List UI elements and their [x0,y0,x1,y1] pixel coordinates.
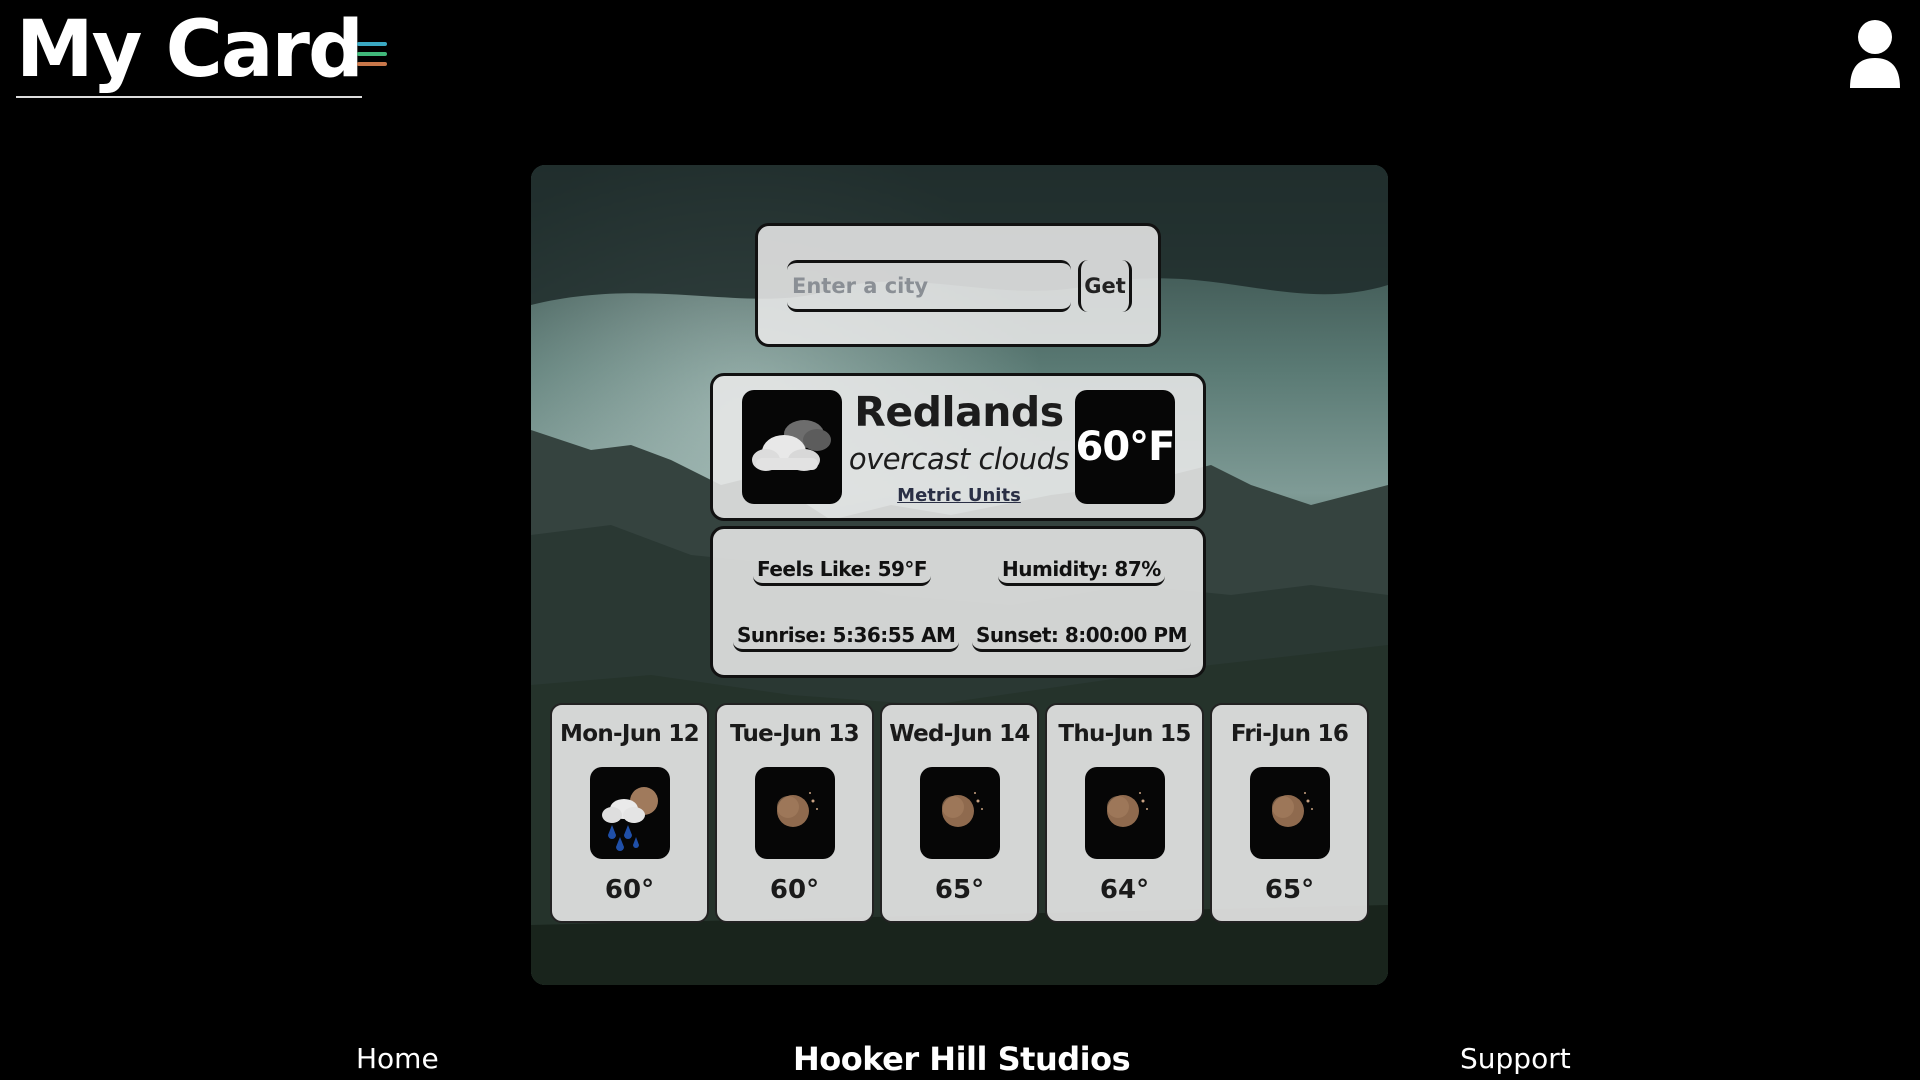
menu-bar-top [357,42,387,46]
sunset-value: Sunset: 8:00:00 PM [972,623,1191,652]
feels-like-value: Feels Like: 59°F [753,557,932,586]
header: My Card [0,0,1920,110]
forecast-date: Tue-Jun 13 [729,721,860,747]
footer-studio-name: Hooker Hill Studios [793,1040,1131,1078]
city-search-input[interactable] [787,260,1071,312]
user-account-icon[interactable] [1848,18,1902,90]
forecast-date: Wed-Jun 14 [889,721,1030,747]
footer-home-link[interactable]: Home [356,1042,439,1075]
forecast-date: Thu-Jun 15 [1058,721,1191,747]
forecast-day-card: Fri-Jun 16 65° [1210,703,1369,923]
forecast-temperature: 60° [604,875,655,905]
forecast-day-card: Mon-Jun 12 60° [550,703,709,923]
moon-icon [920,767,1000,859]
hamburger-menu-icon[interactable] [357,42,389,74]
overcast-cloud-icon [742,390,842,504]
get-weather-button[interactable]: Get [1078,260,1132,312]
current-weather-panel: Redlands overcast clouds Metric Units 60… [710,373,1206,521]
weather-details-panel: Feels Like: 59°F Humidity: 87% Sunrise: … [710,526,1206,678]
sunrise-value: Sunrise: 5:36:55 AM [733,623,960,652]
footer: Home Hooker Hill Studios Support [0,1030,1920,1080]
moon-icon [1085,767,1165,859]
humidity-value: Humidity: 87% [998,557,1165,586]
search-panel: Get [755,223,1161,347]
forecast-temperature: 65° [1264,875,1315,905]
rain-moon-icon [590,767,670,859]
forecast-temperature: 64° [1099,875,1150,905]
city-name: Redlands [854,388,1064,436]
menu-bar-middle [357,52,387,56]
forecast-day-card: Thu-Jun 15 64° [1045,703,1204,923]
menu-bar-bottom [357,62,387,66]
weather-card: Get Redlands overcast clouds Metric Unit… [531,165,1388,985]
forecast-day-card: Tue-Jun 13 60° [715,703,874,923]
forecast-day-card: Wed-Jun 14 65° [880,703,1039,923]
forecast-temperature: 60° [769,875,820,905]
forecast-date: Fri-Jun 16 [1230,721,1349,747]
current-temperature: 60°F [1075,390,1175,504]
weather-condition: overcast clouds [848,442,1070,476]
footer-support-link[interactable]: Support [1460,1042,1571,1075]
forecast-temperature: 65° [934,875,985,905]
logo[interactable]: My Card [16,6,364,98]
forecast-date: Mon-Jun 12 [560,721,700,747]
metric-units-link[interactable]: Metric Units [843,485,1075,506]
moon-icon [1250,767,1330,859]
moon-icon [755,767,835,859]
